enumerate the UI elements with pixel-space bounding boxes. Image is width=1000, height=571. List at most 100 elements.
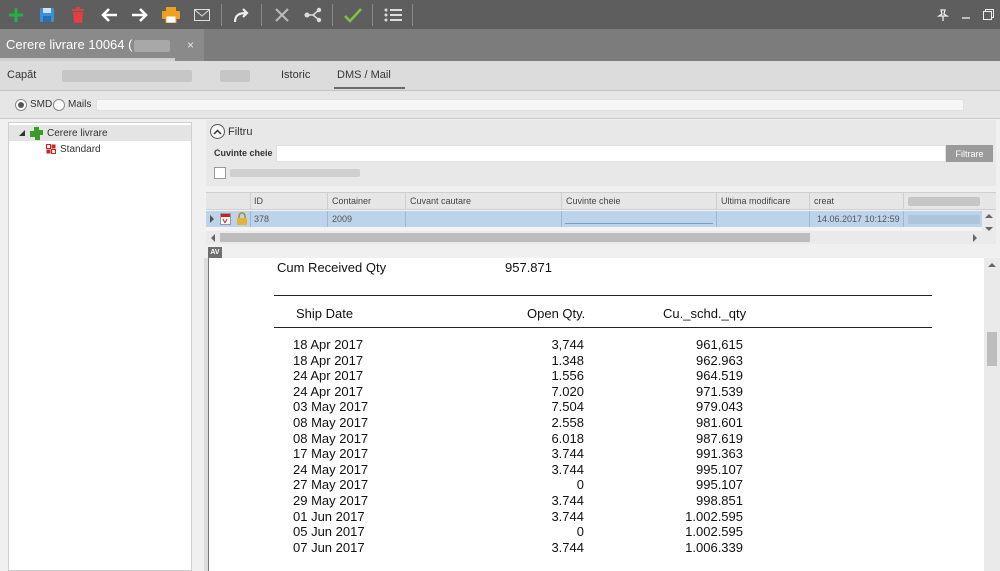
column-header-id[interactable]: ID [254,196,263,206]
document-tab[interactable]: Cerere livrare 10064 ( × [0,29,204,61]
restore-icon [983,9,994,20]
report-page: Cum Received Qty 957.871 Ship Date Open … [208,258,984,571]
report-row: 08 May 2017 6.018 987.619 [209,431,984,447]
av-button[interactable]: AV [208,247,222,258]
keywords-input[interactable] [276,145,946,162]
window-controls [931,0,1000,29]
confirm-button[interactable] [337,0,368,29]
pin-icon [936,8,949,21]
toolbar-separator [412,3,413,26]
filter-title: Filtru [228,125,253,138]
divider-line [274,295,932,296]
divider-line [274,327,932,328]
forward-button[interactable] [124,0,155,29]
cell-separator [809,211,810,227]
report-vertical-scrollbar[interactable] [984,258,1000,571]
report-viewer: Cum Received Qty 957.871 Ship Date Open … [204,258,1000,571]
cell-created: 14.06.2017 10:12:59 [817,214,900,224]
lock-icon [237,212,247,225]
grid-horizontal-scrollbar[interactable] [206,231,982,244]
redacted-text [62,70,192,82]
main-toolbar [0,0,1000,29]
row-ship-date: 24 Apr 2017 [293,368,364,384]
report-row: 27 May 2017 0 995.107 [209,477,984,493]
grid-vertical-scrollbar[interactable] [982,210,996,244]
row-open-qty: 1.348 [551,352,584,368]
row-cu-schd-qty: 1.006.339 [685,539,743,555]
print-button[interactable] [155,0,186,29]
redacted-text [908,197,980,206]
cell-separator [561,211,562,227]
filter-checkbox[interactable] [214,167,226,179]
column-header-keywords[interactable]: Cuvinte cheie [566,196,621,206]
mail-button[interactable] [186,0,217,29]
filter-header[interactable]: Filtru [210,124,252,139]
tab-dms-mail[interactable]: DMS / Mail [334,69,405,89]
row-cu-schd-qty: 961,615 [696,337,743,352]
list-button[interactable] [377,0,408,29]
row-cu-schd-qty: 979.043 [696,399,743,415]
report-row: 18 Apr 2017 1.348 962.963 [209,353,984,369]
pin-button[interactable] [931,0,954,29]
row-ship-date: 29 May 2017 [293,493,369,508]
row-open-qty: 3.744 [551,539,584,555]
report-row: 08 May 2017 2.558 981.601 [209,415,984,431]
toolbar-separator [332,3,333,26]
row-ship-date: 01 Jun 2017 [293,508,365,524]
tree-item-cerere-livrare[interactable]: Cerere livrare [9,125,191,141]
back-button[interactable] [93,0,124,29]
filter-button[interactable]: Filtrare [946,145,993,162]
scroll-down-icon [985,227,993,231]
scroll-thumb[interactable] [987,332,997,366]
row-open-qty: 0 [576,477,584,493]
mail-icon [193,8,210,21]
minimize-icon [961,16,970,19]
smd-radio-label: SMD [30,99,53,110]
row-cu-schd-qty: 991.363 [696,446,743,462]
column-header-created[interactable]: creat [814,196,834,206]
grid-header: ID Container Cuvant cautare Cuvinte chei… [206,193,996,210]
cum-received-value: 957.871 [505,260,552,275]
report-row: 24 Apr 2017 7.020 971.539 [209,384,984,400]
row-open-qty: 0 [576,524,584,540]
restore-button[interactable] [977,0,1000,29]
save-icon [39,7,54,22]
row-open-qty: 3.744 [551,493,584,508]
report-row: 17 May 2017 3.744 991.363 [209,446,984,462]
column-header-last-modified[interactable]: Ultima modificare [721,196,791,206]
minimize-button[interactable] [954,0,977,29]
share-button[interactable] [297,0,328,29]
tree-item-standard[interactable]: Standard [9,141,101,157]
scroll-left-icon [211,234,215,242]
row-open-qty: 7.504 [551,399,584,415]
report-icon [46,144,56,154]
row-open-qty: 6.018 [551,430,584,446]
folder-tree: Cerere livrare Standard [8,122,192,571]
row-cu-schd-qty: 995.107 [696,461,743,477]
document-tab-title: Cerere livrare 10064 ( [6,37,133,52]
close-tab-button[interactable]: × [187,38,194,52]
pdf-icon [220,213,231,225]
row-cu-schd-qty: 964.519 [696,368,743,384]
puzzle-icon [30,126,43,140]
tab-history[interactable]: Istoric [281,69,310,81]
smd-radio[interactable] [15,99,27,111]
toolbar-separator [221,3,222,26]
column-header-container[interactable]: Container [332,196,371,206]
scroll-thumb[interactable] [220,233,810,242]
row-open-qty: 2.558 [551,415,584,430]
column-header-search-word[interactable]: Cuvant cautare [410,196,471,206]
add-button[interactable] [0,0,31,29]
delete-button[interactable] [62,0,93,29]
column-separator [405,193,406,210]
delete-icon [71,6,84,23]
table-row[interactable]: 378 2009 14.06.2017 10:12:59 [206,211,982,227]
cancel-button[interactable] [266,0,297,29]
redacted-text [220,70,250,82]
mails-radio[interactable] [53,99,65,111]
tab-header[interactable]: Capăt [7,69,36,81]
save-button[interactable] [31,0,62,29]
collapse-button[interactable] [210,124,225,139]
redirect-button[interactable] [226,0,257,29]
row-ship-date: 08 May 2017 [293,415,369,430]
